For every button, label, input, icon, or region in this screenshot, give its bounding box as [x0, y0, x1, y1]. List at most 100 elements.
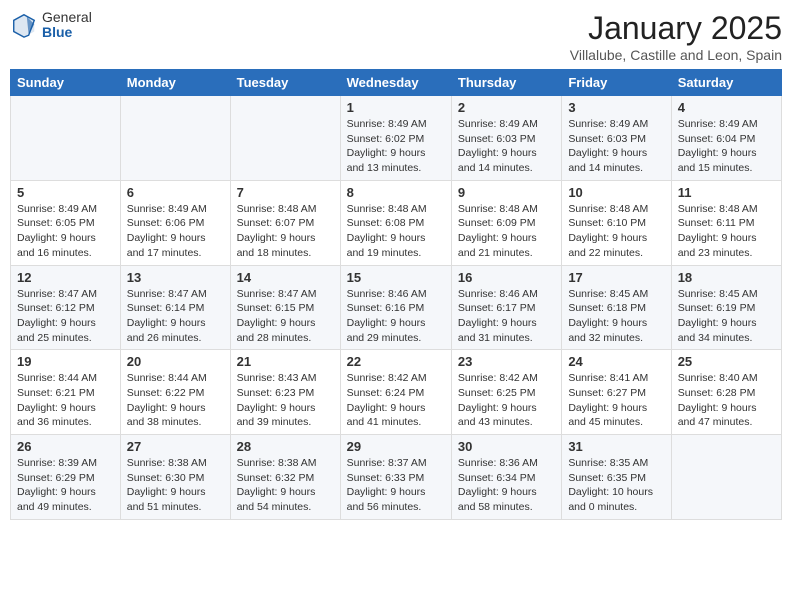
day-info: Sunrise: 8:49 AM Sunset: 6:02 PM Dayligh…: [347, 117, 445, 176]
logo-text: General Blue: [42, 10, 92, 41]
day-info: Sunrise: 8:48 AM Sunset: 6:11 PM Dayligh…: [678, 202, 775, 261]
day-info: Sunrise: 8:41 AM Sunset: 6:27 PM Dayligh…: [568, 371, 664, 430]
calendar-week-4: 19 Sunrise: 8:44 AM Sunset: 6:21 PM Dayli…: [11, 350, 782, 435]
location-title: Villalube, Castille and Leon, Spain: [570, 47, 782, 63]
day-number: 17: [568, 270, 664, 285]
calendar-cell: 11 Sunrise: 8:48 AM Sunset: 6:11 PM Dayli…: [671, 180, 781, 265]
calendar-table: SundayMondayTuesdayWednesdayThursdayFrid…: [10, 69, 782, 520]
calendar-cell: 5 Sunrise: 8:49 AM Sunset: 6:05 PM Daylig…: [11, 180, 121, 265]
day-number: 18: [678, 270, 775, 285]
calendar-cell: 19 Sunrise: 8:44 AM Sunset: 6:21 PM Dayli…: [11, 350, 121, 435]
day-info: Sunrise: 8:43 AM Sunset: 6:23 PM Dayligh…: [237, 371, 334, 430]
calendar-cell: 4Sunrise: 8:49 AM Sunset: 6:04 PM Daylig…: [671, 96, 781, 181]
calendar-cell: 31 Sunrise: 8:35 AM Sunset: 6:35 PM Dayli…: [562, 435, 671, 520]
day-number: 3: [568, 100, 664, 115]
calendar-cell: [11, 96, 121, 181]
day-number: 12: [17, 270, 114, 285]
calendar-cell: [230, 96, 340, 181]
day-info: Sunrise: 8:36 AM Sunset: 6:34 PM Dayligh…: [458, 456, 555, 515]
day-number: 23: [458, 354, 555, 369]
calendar-week-1: 1Sunrise: 8:49 AM Sunset: 6:02 PM Daylig…: [11, 96, 782, 181]
day-number: 19: [17, 354, 114, 369]
day-number: 24: [568, 354, 664, 369]
calendar-cell: 7 Sunrise: 8:48 AM Sunset: 6:07 PM Daylig…: [230, 180, 340, 265]
day-info: Sunrise: 8:42 AM Sunset: 6:25 PM Dayligh…: [458, 371, 555, 430]
day-number: 30: [458, 439, 555, 454]
day-info: Sunrise: 8:44 AM Sunset: 6:21 PM Dayligh…: [17, 371, 114, 430]
weekday-header-sunday: Sunday: [11, 70, 121, 96]
logo-blue-text: Blue: [42, 25, 92, 40]
logo: General Blue: [10, 10, 92, 41]
calendar-cell: 21 Sunrise: 8:43 AM Sunset: 6:23 PM Dayli…: [230, 350, 340, 435]
calendar-cell: 8Sunrise: 8:48 AM Sunset: 6:08 PM Daylig…: [340, 180, 451, 265]
weekday-header-row: SundayMondayTuesdayWednesdayThursdayFrid…: [11, 70, 782, 96]
calendar-cell: 14Sunrise: 8:47 AM Sunset: 6:15 PM Dayli…: [230, 265, 340, 350]
calendar-cell: 3 Sunrise: 8:49 AM Sunset: 6:03 PM Daylig…: [562, 96, 671, 181]
day-info: Sunrise: 8:46 AM Sunset: 6:17 PM Dayligh…: [458, 287, 555, 346]
day-info: Sunrise: 8:48 AM Sunset: 6:08 PM Dayligh…: [347, 202, 445, 261]
day-info: Sunrise: 8:39 AM Sunset: 6:29 PM Dayligh…: [17, 456, 114, 515]
calendar-cell: 29 Sunrise: 8:37 AM Sunset: 6:33 PM Dayli…: [340, 435, 451, 520]
calendar-cell: 28Sunrise: 8:38 AM Sunset: 6:32 PM Dayli…: [230, 435, 340, 520]
calendar-cell: 30 Sunrise: 8:36 AM Sunset: 6:34 PM Dayli…: [451, 435, 561, 520]
calendar-cell: 25 Sunrise: 8:40 AM Sunset: 6:28 PM Dayli…: [671, 350, 781, 435]
day-number: 25: [678, 354, 775, 369]
day-number: 20: [127, 354, 224, 369]
calendar-cell: 27 Sunrise: 8:38 AM Sunset: 6:30 PM Dayli…: [120, 435, 230, 520]
calendar-cell: 13Sunrise: 8:47 AM Sunset: 6:14 PM Dayli…: [120, 265, 230, 350]
weekday-header-friday: Friday: [562, 70, 671, 96]
day-info: Sunrise: 8:45 AM Sunset: 6:18 PM Dayligh…: [568, 287, 664, 346]
day-info: Sunrise: 8:42 AM Sunset: 6:24 PM Dayligh…: [347, 371, 445, 430]
day-number: 27: [127, 439, 224, 454]
weekday-header-tuesday: Tuesday: [230, 70, 340, 96]
calendar-cell: 18 Sunrise: 8:45 AM Sunset: 6:19 PM Dayli…: [671, 265, 781, 350]
day-info: Sunrise: 8:35 AM Sunset: 6:35 PM Dayligh…: [568, 456, 664, 515]
day-info: Sunrise: 8:40 AM Sunset: 6:28 PM Dayligh…: [678, 371, 775, 430]
day-number: 11: [678, 185, 775, 200]
day-number: 21: [237, 354, 334, 369]
day-number: 31: [568, 439, 664, 454]
day-info: Sunrise: 8:48 AM Sunset: 6:07 PM Dayligh…: [237, 202, 334, 261]
day-number: 26: [17, 439, 114, 454]
calendar-cell: 1Sunrise: 8:49 AM Sunset: 6:02 PM Daylig…: [340, 96, 451, 181]
day-info: Sunrise: 8:38 AM Sunset: 6:30 PM Dayligh…: [127, 456, 224, 515]
day-number: 7: [237, 185, 334, 200]
day-number: 15: [347, 270, 445, 285]
day-info: Sunrise: 8:49 AM Sunset: 6:03 PM Dayligh…: [458, 117, 555, 176]
day-info: Sunrise: 8:49 AM Sunset: 6:03 PM Dayligh…: [568, 117, 664, 176]
weekday-header-monday: Monday: [120, 70, 230, 96]
day-info: Sunrise: 8:37 AM Sunset: 6:33 PM Dayligh…: [347, 456, 445, 515]
calendar-body: 1Sunrise: 8:49 AM Sunset: 6:02 PM Daylig…: [11, 96, 782, 520]
day-info: Sunrise: 8:49 AM Sunset: 6:04 PM Dayligh…: [678, 117, 775, 176]
day-info: Sunrise: 8:47 AM Sunset: 6:12 PM Dayligh…: [17, 287, 114, 346]
calendar-cell: 23 Sunrise: 8:42 AM Sunset: 6:25 PM Dayli…: [451, 350, 561, 435]
day-number: 22: [347, 354, 445, 369]
day-info: Sunrise: 8:46 AM Sunset: 6:16 PM Dayligh…: [347, 287, 445, 346]
day-number: 29: [347, 439, 445, 454]
logo-general-text: General: [42, 10, 92, 25]
day-info: Sunrise: 8:49 AM Sunset: 6:06 PM Dayligh…: [127, 202, 224, 261]
calendar-cell: 10 Sunrise: 8:48 AM Sunset: 6:10 PM Dayli…: [562, 180, 671, 265]
calendar-cell: 26 Sunrise: 8:39 AM Sunset: 6:29 PM Dayli…: [11, 435, 121, 520]
day-info: Sunrise: 8:48 AM Sunset: 6:09 PM Dayligh…: [458, 202, 555, 261]
day-info: Sunrise: 8:48 AM Sunset: 6:10 PM Dayligh…: [568, 202, 664, 261]
calendar-cell: [120, 96, 230, 181]
day-info: Sunrise: 8:47 AM Sunset: 6:15 PM Dayligh…: [237, 287, 334, 346]
day-info: Sunrise: 8:45 AM Sunset: 6:19 PM Dayligh…: [678, 287, 775, 346]
calendar-cell: 9Sunrise: 8:48 AM Sunset: 6:09 PM Daylig…: [451, 180, 561, 265]
day-number: 16: [458, 270, 555, 285]
day-info: Sunrise: 8:49 AM Sunset: 6:05 PM Dayligh…: [17, 202, 114, 261]
day-info: Sunrise: 8:47 AM Sunset: 6:14 PM Dayligh…: [127, 287, 224, 346]
day-info: Sunrise: 8:38 AM Sunset: 6:32 PM Dayligh…: [237, 456, 334, 515]
weekday-header-saturday: Saturday: [671, 70, 781, 96]
calendar-cell: 2Sunrise: 8:49 AM Sunset: 6:03 PM Daylig…: [451, 96, 561, 181]
calendar-cell: 20Sunrise: 8:44 AM Sunset: 6:22 PM Dayli…: [120, 350, 230, 435]
calendar-week-3: 12 Sunrise: 8:47 AM Sunset: 6:12 PM Dayli…: [11, 265, 782, 350]
calendar-cell: 17 Sunrise: 8:45 AM Sunset: 6:18 PM Dayli…: [562, 265, 671, 350]
calendar-cell: 12 Sunrise: 8:47 AM Sunset: 6:12 PM Dayli…: [11, 265, 121, 350]
calendar-cell: 24 Sunrise: 8:41 AM Sunset: 6:27 PM Dayli…: [562, 350, 671, 435]
month-title: January 2025: [570, 10, 782, 47]
day-number: 10: [568, 185, 664, 200]
day-number: 5: [17, 185, 114, 200]
calendar-cell: 6Sunrise: 8:49 AM Sunset: 6:06 PM Daylig…: [120, 180, 230, 265]
